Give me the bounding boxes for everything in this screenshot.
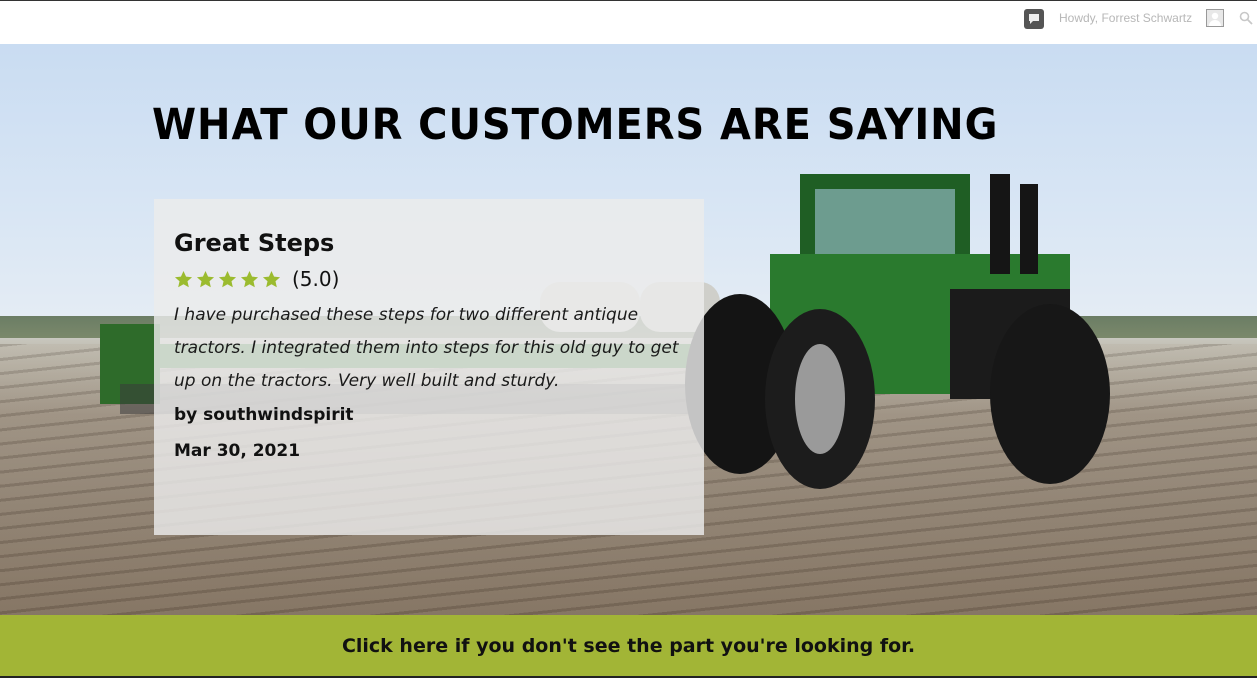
page-title: What our customers are saying xyxy=(152,100,999,150)
review-card: Great Steps (5.0) I have purchased these… xyxy=(154,199,704,535)
avatar[interactable] xyxy=(1206,9,1224,27)
missing-part-cta-button[interactable]: Click here if you don't see the part you… xyxy=(0,615,1257,676)
rating-value: (5.0) xyxy=(292,267,340,291)
star-icon xyxy=(196,270,215,287)
star-icon xyxy=(218,270,237,287)
star-icon xyxy=(262,270,281,287)
review-author: by southwindspirit xyxy=(174,405,354,425)
admin-bar: Howdy, Forrest Schwartz xyxy=(0,0,1257,44)
review-title: Great Steps xyxy=(174,229,335,257)
howdy-greeting[interactable]: Howdy, Forrest Schwartz xyxy=(1059,11,1192,25)
star-icon xyxy=(240,270,259,287)
cta-label: Click here if you don't see the part you… xyxy=(341,634,916,657)
search-icon[interactable] xyxy=(1238,10,1254,26)
testimonial-hero: What our customers are saying Great Step… xyxy=(0,44,1257,615)
star-icon xyxy=(174,270,193,287)
review-body: I have purchased these steps for two dif… xyxy=(174,305,679,391)
star-rating xyxy=(174,270,281,289)
rating-row: (5.0) xyxy=(174,265,684,293)
green-tractor-image xyxy=(685,174,1110,489)
comment-bubble-icon[interactable] xyxy=(1024,9,1044,29)
review-date: Mar 30, 2021 xyxy=(174,441,301,461)
